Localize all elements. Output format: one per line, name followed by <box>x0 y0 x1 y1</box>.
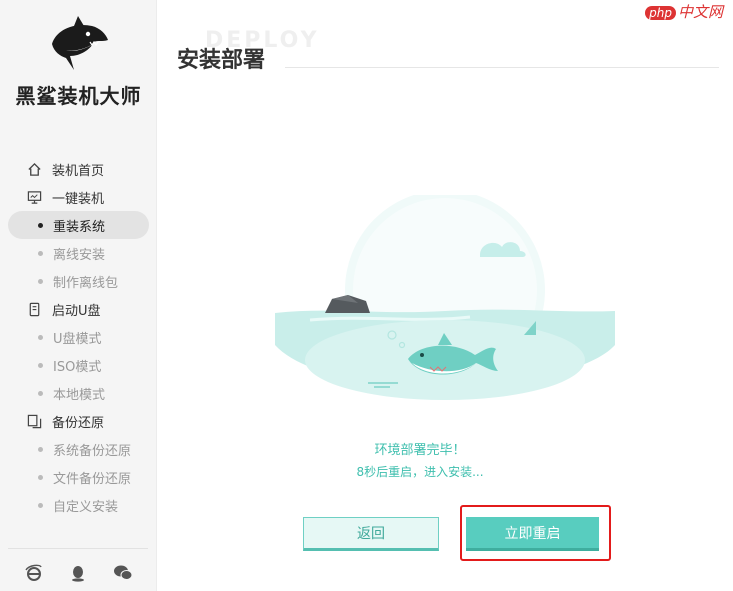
sidebar-item-label: 离线安装 <box>53 247 106 263</box>
wechat-icon[interactable] <box>112 562 134 584</box>
sidebar: 黑鲨装机大师 装机首页 一键装机 重装系统 离线安装 制作离线包 启动U盘 U盘… <box>0 0 157 591</box>
sidebar-item-label: 文件备份还原 <box>53 471 132 487</box>
nav-group-backup-restore[interactable]: 备份还原 <box>0 407 157 435</box>
sidebar-item-label: U盘模式 <box>53 331 102 347</box>
app-name: 黑鲨装机大师 <box>15 84 142 108</box>
site-badge-text: 中文网 <box>677 3 723 21</box>
nav-group-home[interactable]: 装机首页 <box>0 155 157 183</box>
sidebar-item-label: 自定义安装 <box>53 499 119 515</box>
sidebar-item-label: 制作离线包 <box>53 275 119 291</box>
php-badge: php <box>645 6 676 20</box>
bullet-dot <box>38 278 43 284</box>
monitor-icon <box>26 189 42 205</box>
status-message: 环境部署完毕！ <box>374 443 466 458</box>
sidebar-item-label: ISO模式 <box>53 359 102 375</box>
home-icon <box>26 161 42 177</box>
bullet-dot <box>38 390 43 396</box>
deploy-illustration <box>270 190 620 434</box>
bullet-dot <box>38 362 43 368</box>
nav-group-one-click[interactable]: 一键装机 <box>0 183 157 211</box>
sidebar-item-local-mode[interactable]: 本地模式 <box>0 379 157 407</box>
sidebar-item-reinstall-system[interactable]: 重装系统 <box>8 211 149 239</box>
backup-icon <box>26 413 42 429</box>
bullet-dot <box>38 334 43 340</box>
nav-group-label: 备份还原 <box>52 415 105 431</box>
ie-icon[interactable] <box>23 562 45 584</box>
sidebar-item-custom-install[interactable]: 自定义安装 <box>0 491 157 519</box>
sidebar-item-label: 系统备份还原 <box>53 443 132 459</box>
bullet-dot <box>38 502 43 508</box>
sidebar-item-system-backup[interactable]: 系统备份还原 <box>0 435 157 463</box>
sidebar-item-file-backup[interactable]: 文件备份还原 <box>0 463 157 491</box>
nav-group-boot-usb[interactable]: 启动U盘 <box>0 295 157 323</box>
bullet-dot <box>38 250 43 256</box>
bullet-dot <box>38 222 43 228</box>
sidebar-item-offline-install[interactable]: 离线安装 <box>0 239 157 267</box>
sidebar-nav: 装机首页 一键装机 重装系统 离线安装 制作离线包 启动U盘 U盘模式 ISO模… <box>0 155 157 519</box>
sidebar-item-label: 重装系统 <box>53 219 106 235</box>
countdown-message: 8秒后重启，进入安装... <box>356 465 484 479</box>
logo: 黑鲨装机大师 <box>0 16 157 108</box>
nav-group-label: 装机首页 <box>52 163 105 179</box>
shark-logo-icon <box>52 16 108 70</box>
bullet-dot <box>38 474 43 480</box>
usb-icon <box>26 301 42 317</box>
sidebar-item-iso-mode[interactable]: ISO模式 <box>0 351 157 379</box>
title-divider <box>285 67 719 68</box>
nav-group-label: 启动U盘 <box>52 303 101 319</box>
sidebar-divider <box>8 548 148 549</box>
sidebar-item-usb-mode[interactable]: U盘模式 <box>0 323 157 351</box>
back-button[interactable]: 返回 <box>303 517 439 551</box>
bullet-dot <box>38 446 43 452</box>
qq-icon[interactable] <box>67 562 89 584</box>
page-title: 安装部署 <box>177 48 266 73</box>
nav-group-label: 一键装机 <box>52 191 105 207</box>
sidebar-item-make-offline-package[interactable]: 制作离线包 <box>0 267 157 295</box>
sidebar-item-label: 本地模式 <box>53 387 106 403</box>
restart-now-button[interactable]: 立即重启 <box>466 517 599 551</box>
site-watermark-badge: php 中文网 <box>645 1 723 22</box>
sidebar-footer <box>0 562 157 584</box>
